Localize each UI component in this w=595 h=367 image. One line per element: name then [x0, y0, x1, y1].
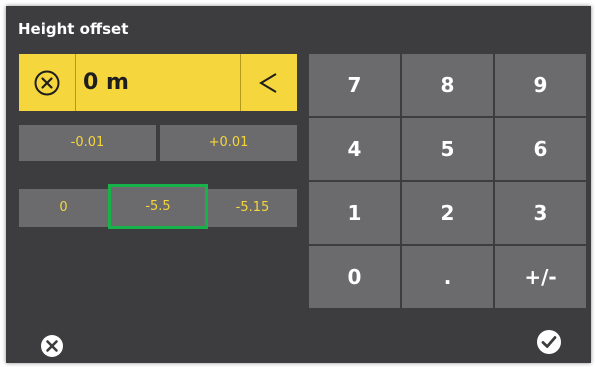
- preset-button-0[interactable]: 0: [19, 189, 108, 227]
- key-8[interactable]: 8: [402, 54, 493, 116]
- preset-button-2[interactable]: -5.15: [208, 189, 297, 227]
- key-6[interactable]: 6: [495, 118, 586, 180]
- increment-button[interactable]: +0.01: [160, 125, 297, 161]
- key-4[interactable]: 4: [309, 118, 400, 180]
- check-circle-icon: [537, 330, 561, 354]
- numeric-keypad: 7 8 9 4 5 6 1 2 3 0 . +/-: [309, 54, 587, 308]
- key-plus-minus[interactable]: +/-: [495, 246, 586, 308]
- preset-label: -5.5: [145, 199, 171, 214]
- decrement-label: -0.01: [70, 135, 105, 150]
- circle-x-icon: [34, 70, 60, 95]
- key-decimal[interactable]: .: [402, 246, 493, 308]
- key-label: 9: [533, 73, 548, 97]
- preset-label: -5.15: [235, 200, 270, 215]
- increment-label: +0.01: [208, 135, 249, 150]
- key-label: +/-: [524, 265, 557, 289]
- key-label: 6: [533, 137, 548, 161]
- decrement-button[interactable]: -0.01: [19, 125, 156, 161]
- confirm-button[interactable]: [536, 329, 562, 355]
- key-2[interactable]: 2: [402, 182, 493, 244]
- key-label: 3: [533, 201, 548, 225]
- dialog-title: Height offset: [18, 20, 129, 38]
- key-9[interactable]: 9: [495, 54, 586, 116]
- key-label: 8: [440, 73, 455, 97]
- key-1[interactable]: 1: [309, 182, 400, 244]
- key-3[interactable]: 3: [495, 182, 586, 244]
- key-label: 7: [347, 73, 362, 97]
- key-0[interactable]: 0: [309, 246, 400, 308]
- cancel-button[interactable]: [40, 334, 64, 358]
- backspace-button[interactable]: [240, 54, 297, 111]
- key-label: 4: [347, 137, 362, 161]
- value-display: 0 m: [19, 54, 297, 111]
- preset-button-selected[interactable]: -5.5: [108, 184, 208, 229]
- clear-value-button[interactable]: [19, 54, 76, 111]
- key-label: 5: [440, 137, 455, 161]
- key-label: 2: [440, 201, 455, 225]
- preset-label: 0: [59, 200, 68, 215]
- height-offset-dialog: Height offset 0 m -0.01 +0.01 0 -5.5 -5.…: [6, 6, 591, 363]
- key-label: .: [443, 265, 452, 289]
- key-label: 1: [347, 201, 362, 225]
- cancel-circle-icon: [41, 335, 63, 357]
- offset-value: 0 m: [83, 70, 129, 95]
- key-7[interactable]: 7: [309, 54, 400, 116]
- key-5[interactable]: 5: [402, 118, 493, 180]
- chevron-left-icon: [259, 72, 277, 93]
- key-label: 0: [347, 265, 362, 289]
